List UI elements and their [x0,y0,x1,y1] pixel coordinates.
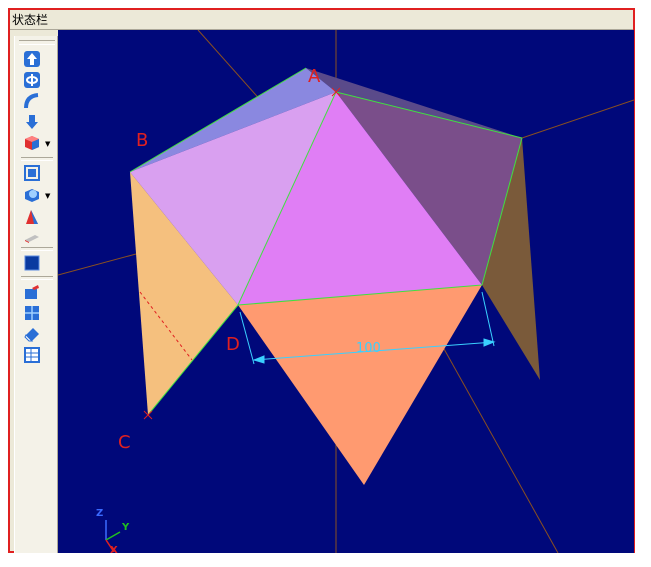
dimension-value: 100 [356,341,381,356]
box-edit-icon[interactable] [23,283,41,301]
modeling-toolbar: ▼ ▼ [14,36,58,553]
shell-icon[interactable] [23,186,41,204]
axis-label-x: X [110,545,118,553]
toolbar-grip[interactable] [19,40,55,45]
toolbar-separator [21,276,53,280]
app-window: 状态栏 ▼ ▼ 100 A B C D Z Y X [8,8,635,553]
toolbar-separator [21,157,53,161]
eraser-icon[interactable] [23,325,41,343]
status-bar-text: 状态栏 [12,13,49,27]
axis-triad: Z Y X [96,508,130,553]
axis-label-y: Y [121,522,130,533]
cube-icon[interactable] [23,254,41,272]
bottom-face [238,285,482,485]
move-down-icon[interactable] [23,113,41,131]
frame-box-icon[interactable] [23,164,41,182]
extrude-up-icon[interactable] [23,50,41,68]
3d-viewport[interactable]: 100 A B C D Z Y X [58,30,634,553]
scene-svg: 100 A B C D Z Y X [58,30,634,553]
toolbar-separator [21,247,53,251]
vertex-label-b: B [136,130,148,151]
revolve-icon[interactable] [23,71,41,89]
status-bar: 状态栏 [10,10,633,30]
vertex-label-d: D [226,334,240,355]
chevron-down-icon[interactable]: ▼ [45,140,50,148]
table-icon[interactable] [23,346,41,364]
vertex-label-a: A [308,66,321,87]
grid-cube-icon[interactable] [23,304,41,322]
sweep-icon[interactable] [23,92,41,110]
chamfer-icon[interactable] [23,208,41,226]
chevron-down-icon[interactable]: ▼ [45,192,50,200]
plane-icon[interactable] [23,229,41,247]
diagonal-guide-line [521,99,634,139]
solid-box-icon[interactable] [23,134,41,152]
axis-label-z: Z [96,508,103,519]
vertex-label-c: C [118,432,131,453]
